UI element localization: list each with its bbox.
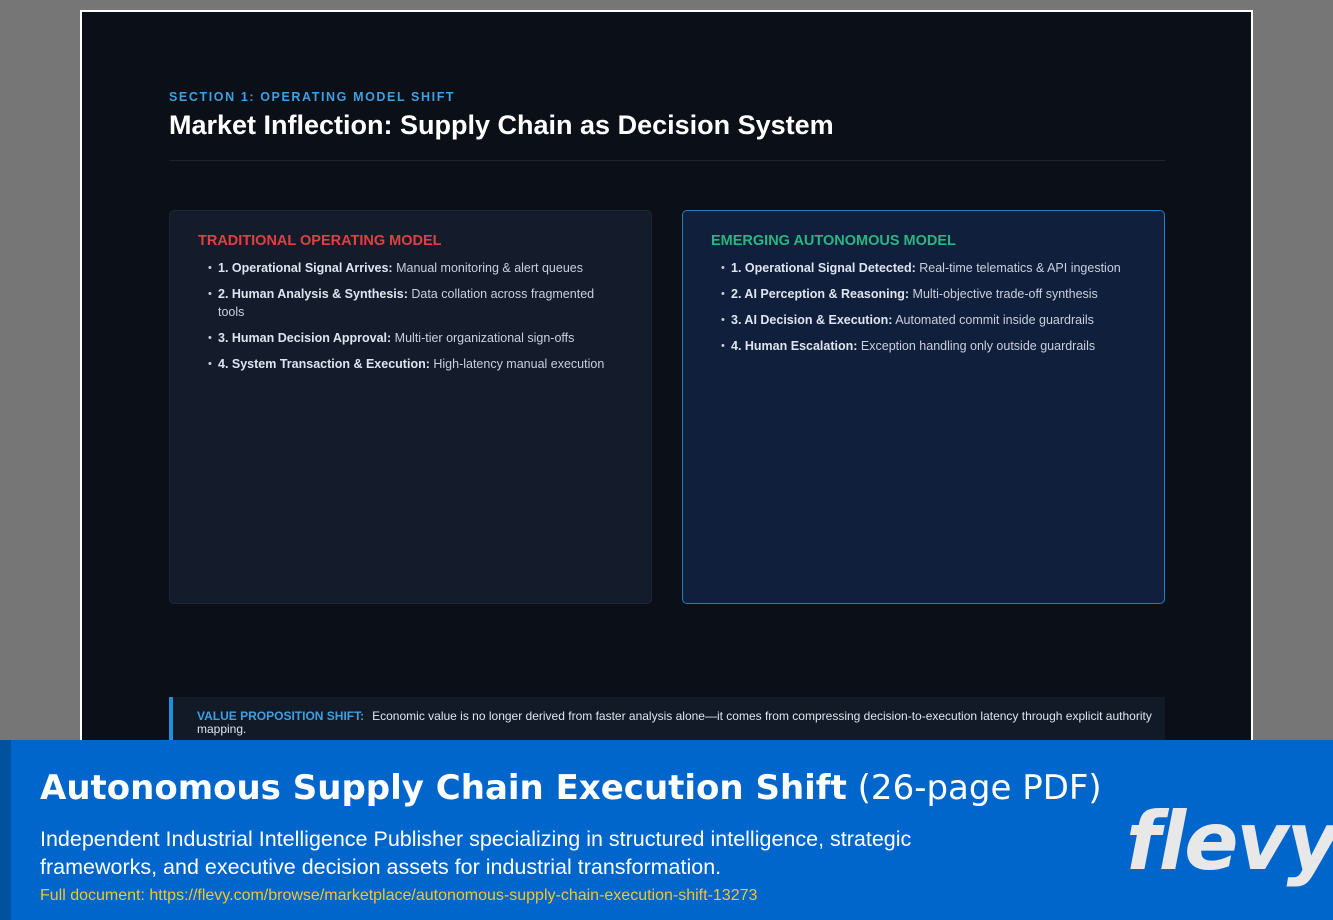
document-link[interactable]: Full document: https://flevy.com/browse/… [40,887,757,905]
step-text: High-latency manual execution [433,357,605,371]
step-text: Real-time telematics & API ingestion [919,261,1121,275]
value-proposition-label: VALUE PROPOSITION SHIFT: [197,709,365,723]
step-label: 1. Operational Signal Detected: [731,261,916,275]
step-text: Multi-objective trade-off synthesis [912,287,1098,301]
autonomous-model-title: EMERGING AUTONOMOUS MODEL [711,233,956,249]
step-text: Multi-tier organizational sign-offs [394,331,575,345]
step-label: 3. AI Decision & Execution: [731,313,893,327]
promo-banner: Autonomous Supply Chain Execution Shift … [0,740,1333,920]
autonomous-step: 4. Human Escalation: Exception handling … [721,337,1136,355]
page-count: (26-page PDF) [857,768,1102,808]
slide-title: Market Inflection: Supply Chain as Decis… [169,110,834,140]
step-label: 2. Human Analysis & Synthesis: [218,287,408,301]
autonomous-step: 3. AI Decision & Execution: Automated co… [721,311,1136,329]
banner-edge-stripe [0,740,11,920]
traditional-step: 4. System Transaction & Execution: High-… [208,355,623,373]
flevy-logo[interactable]: flevy [1126,802,1333,882]
autonomous-step: 1. Operational Signal Detected: Real-tim… [721,259,1136,277]
banner-title: Autonomous Supply Chain Execution Shift … [40,768,1102,808]
traditional-step: 2. Human Analysis & Synthesis: Data coll… [208,285,623,321]
autonomous-model-panel: EMERGING AUTONOMOUS MODEL 1. Operational… [682,210,1165,604]
value-proposition-callout: VALUE PROPOSITION SHIFT: Economic value i… [169,697,1165,745]
title-divider [169,160,1165,161]
traditional-model-title: TRADITIONAL OPERATING MODEL [198,233,442,249]
document-slide: SECTION 1: OPERATING MODEL SHIFT Market … [80,10,1253,745]
step-label: 4. Human Escalation: [731,339,858,353]
autonomous-step: 2. AI Perception & Reasoning: Multi-obje… [721,285,1136,303]
autonomous-steps-list: 1. Operational Signal Detected: Real-tim… [711,259,1136,355]
traditional-step: 1. Operational Signal Arrives: Manual mo… [208,259,623,277]
step-text: Exception handling only outside guardrai… [860,339,1096,353]
step-label: 1. Operational Signal Arrives: [218,261,393,275]
step-label: 4. System Transaction & Execution: [218,357,430,371]
document-title: Autonomous Supply Chain Execution Shift [40,768,847,808]
traditional-model-panel: TRADITIONAL OPERATING MODEL 1. Operation… [169,210,652,604]
step-label: 3. Human Decision Approval: [218,331,392,345]
section-label: SECTION 1: OPERATING MODEL SHIFT [169,90,456,104]
publisher-description: Independent Industrial Intelligence Publ… [40,827,912,879]
step-label: 2. AI Perception & Reasoning: [731,287,910,301]
traditional-steps-list: 1. Operational Signal Arrives: Manual mo… [198,259,623,373]
step-text: Automated commit inside guardrails [895,313,1094,327]
traditional-step: 3. Human Decision Approval: Multi-tier o… [208,329,623,347]
step-text: Manual monitoring & alert queues [396,261,583,275]
